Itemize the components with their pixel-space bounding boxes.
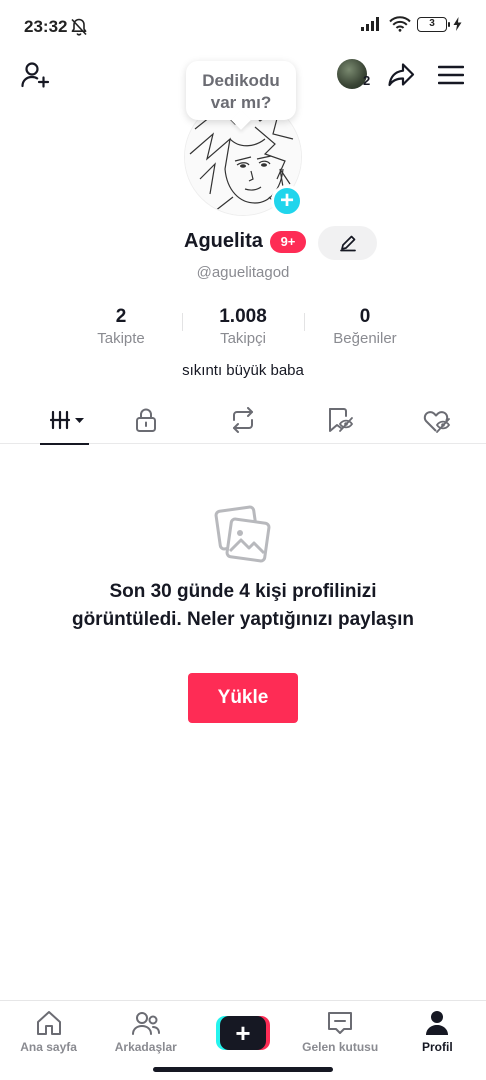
stat-likes[interactable]: 0 Beğeniler [304, 305, 426, 349]
profile-viewers-count[interactable]: 2 [363, 73, 370, 88]
menu-icon [438, 65, 464, 85]
profile-bio: sıkıntı büyük baba [182, 362, 304, 379]
status-time: 23:32 [24, 17, 68, 36]
stat-label: Takipçi [220, 330, 266, 347]
wifi-icon [389, 16, 411, 32]
add-friend-icon [21, 62, 50, 88]
create-button[interactable]: + [215, 1016, 270, 1050]
repost-icon [232, 407, 253, 433]
nav-home[interactable]: Ana sayfa [0, 1001, 97, 1061]
edit-profile-button[interactable] [318, 226, 377, 260]
home-icon [36, 1011, 61, 1035]
stat-following[interactable]: 2 Takipte [60, 305, 182, 349]
tab-videos[interactable] [0, 396, 97, 445]
gossip-line-1: Dedikodu [202, 71, 280, 90]
nav-label: Ana sayfa [20, 1040, 77, 1054]
signal-icon [361, 17, 379, 31]
nav-inbox[interactable]: Gelen kutusu [292, 1001, 389, 1061]
inbox-icon [328, 1012, 353, 1034]
stat-value: 0 [359, 306, 371, 327]
nav-profile[interactable]: Profil [389, 1001, 486, 1061]
tab-favorites[interactable] [292, 396, 389, 444]
battery-icon: 3 [417, 16, 450, 32]
lock-icon [135, 408, 156, 432]
nav-label: Gelen kutusu [302, 1040, 379, 1054]
gossip-line-2: var mı? [210, 93, 272, 112]
bookmark-icon [329, 408, 354, 432]
profile-tabs [0, 396, 486, 445]
bell-off-icon [71, 18, 87, 36]
share-profile-button[interactable] [384, 58, 418, 92]
tab-private[interactable] [97, 396, 194, 444]
stat-followers[interactable]: 1.008 Takipçi [182, 305, 304, 349]
stat-label: Takipte [97, 330, 145, 347]
tab-liked[interactable] [389, 396, 486, 444]
friends-icon [131, 1012, 160, 1035]
notification-badge[interactable]: 9+ [270, 231, 306, 253]
profile-username: @aguelitagod [196, 264, 290, 281]
home-indicator [153, 1067, 333, 1072]
status-bar: 23:32 3 [0, 0, 486, 52]
stat-label: Beğeniler [333, 330, 397, 347]
tab-reposts[interactable] [194, 396, 291, 444]
profile-stats: 2 Takipte 1.008 Takipçi 0 Beğeniler [60, 305, 426, 349]
add-friend-button[interactable] [18, 58, 52, 92]
gossip-bubble[interactable]: Dedikodu var mı? [186, 61, 296, 120]
pencil-icon [339, 235, 356, 252]
nav-label: Arkadaşlar [114, 1040, 177, 1054]
photos-icon [214, 505, 271, 563]
status-icons: 3 [361, 16, 462, 32]
videos-grid-icon [50, 410, 84, 430]
menu-button[interactable] [434, 58, 468, 92]
share-icon [388, 63, 415, 87]
empty-state-message: Son 30 günde 4 kişi profilinizi görüntül… [71, 581, 415, 630]
nav-create[interactable]: + [194, 1001, 291, 1061]
upload-button[interactable]: Yükle [188, 673, 298, 723]
nav-friends[interactable]: Arkadaşlar [97, 1001, 194, 1061]
profile-name: Aguelita [184, 230, 263, 252]
add-story-button[interactable]: + [271, 185, 303, 217]
stat-value: 2 [115, 306, 127, 327]
profile-icon [426, 1011, 449, 1035]
stat-value: 1.008 [219, 306, 267, 327]
nav-label: Profil [422, 1040, 453, 1054]
liked-icon [424, 411, 451, 433]
charging-icon [453, 17, 462, 31]
plus-icon: + [219, 1016, 266, 1050]
